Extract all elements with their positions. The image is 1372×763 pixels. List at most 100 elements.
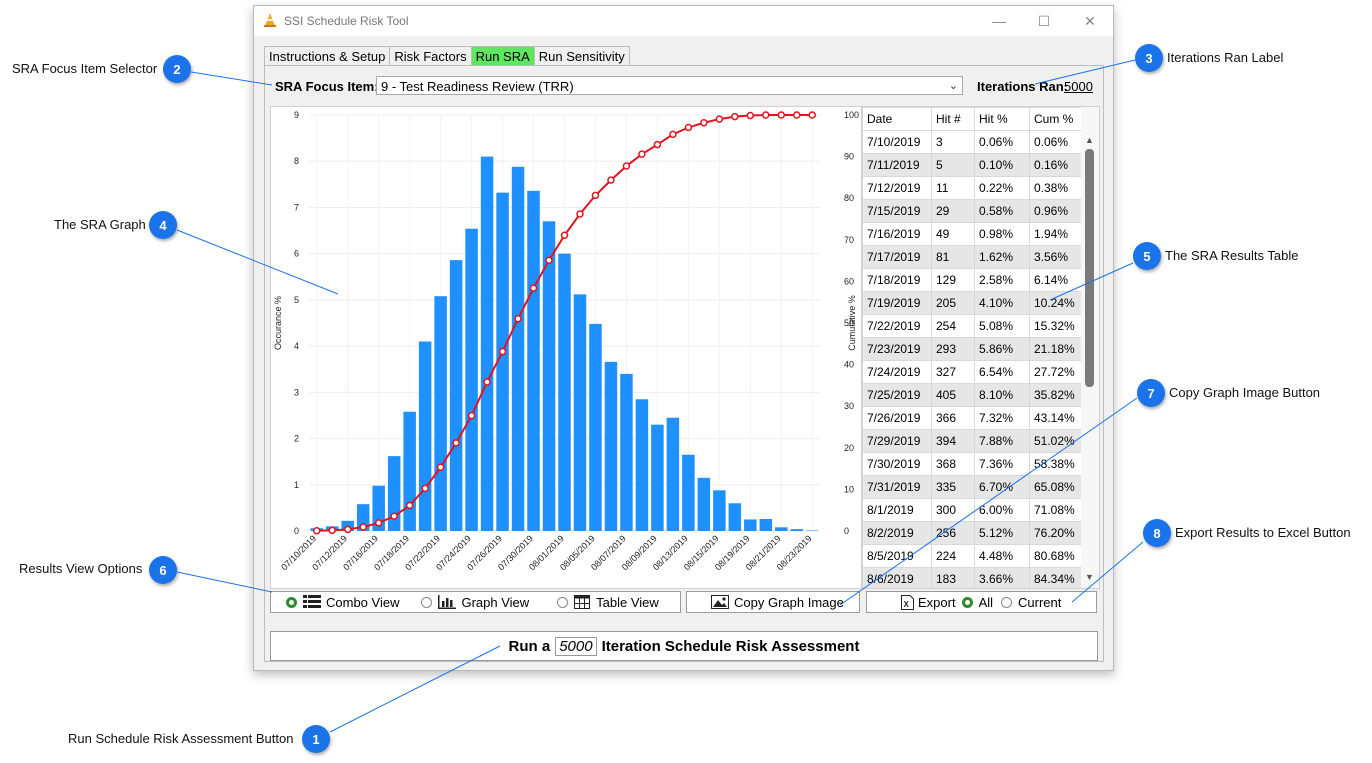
table-row[interactable]: 7/16/2019 49 0.98% 1.94%: [862, 222, 1087, 246]
hit-pct-cell: 0.98%: [974, 222, 1030, 246]
y-tick-label: 4: [294, 341, 299, 351]
copy-graph-image-button[interactable]: Copy Graph Image: [686, 591, 860, 613]
run-suffix: Iteration Schedule Risk Assessment: [601, 637, 860, 655]
table-row[interactable]: 7/31/2019 335 6.70% 65.08%: [862, 475, 1087, 499]
hit-count-cell: 300: [931, 498, 975, 522]
chart-bar: [527, 190, 540, 531]
run-sra-button[interactable]: Run a 5000 Iteration Schedule Risk Asses…: [270, 631, 1098, 661]
date-cell: 7/30/2019: [862, 452, 932, 476]
maximize-icon[interactable]: ☐: [1032, 10, 1056, 32]
chart-bar: [713, 490, 726, 531]
excel-icon[interactable]: X: [901, 594, 914, 610]
table-row[interactable]: 7/30/2019 368 7.36% 58.38%: [862, 452, 1087, 476]
table-row[interactable]: 8/2/2019 256 5.12% 76.20%: [862, 521, 1087, 545]
table-row[interactable]: 7/23/2019 293 5.86% 21.18%: [862, 337, 1087, 361]
table-icon: [574, 595, 591, 609]
hit-count-cell: 129: [931, 268, 975, 292]
chart-bar: [775, 527, 788, 531]
table-row[interactable]: 8/6/2019 183 3.66% 84.34%: [862, 567, 1087, 588]
cum-pct-cell: 15.32%: [1029, 314, 1087, 338]
graph-view-label[interactable]: Graph View: [461, 595, 529, 610]
chevron-down-icon: ⌄: [948, 80, 958, 92]
scroll-up-icon[interactable]: ▲: [1085, 135, 1094, 145]
y2-tick-label: 100: [844, 110, 859, 120]
combo-view-icon: [303, 595, 321, 609]
cumulative-point: [359, 523, 367, 531]
cumulative-point: [421, 484, 429, 493]
table-row[interactable]: 8/5/2019 224 4.48% 80.68%: [862, 544, 1087, 568]
tab-run-sra[interactable]: Run SRA: [470, 46, 535, 67]
chart-bar: [573, 294, 587, 531]
iterations-ran-label: Iterations Ran:: [977, 79, 1069, 94]
scroll-thumb[interactable]: [1085, 149, 1094, 387]
cumulative-point: [560, 231, 569, 240]
table-row[interactable]: 7/26/2019 366 7.32% 43.14%: [862, 406, 1087, 430]
table-scrollbar[interactable]: ▲ ▼: [1081, 107, 1099, 588]
cumulative-point: [343, 525, 352, 534]
combo-view-label[interactable]: Combo View: [326, 595, 399, 610]
date-cell: 8/6/2019: [862, 567, 932, 588]
table-row[interactable]: 7/17/2019 81 1.62% 3.56%: [862, 245, 1087, 269]
callout-label-view: Results View Options: [19, 561, 143, 576]
table-row[interactable]: 8/1/2019 300 6.00% 71.08%: [862, 498, 1087, 522]
focus-item-value: 9 - Test Readiness Review (TRR): [381, 79, 574, 94]
table-view-radio[interactable]: [557, 596, 569, 608]
hit-pct-cell: 8.10%: [974, 383, 1030, 407]
cumulative-point: [715, 115, 724, 123]
callout-badge-3: 3: [1135, 44, 1163, 72]
chart-bar: [558, 253, 571, 531]
hit-pct-cell: 5.08%: [974, 314, 1030, 338]
table-row[interactable]: 7/19/2019 205 4.10% 10.24%: [862, 291, 1087, 315]
y-tick-label: 3: [294, 387, 299, 397]
copy-graph-label: Copy Graph Image: [734, 594, 844, 610]
graph-view-radio[interactable]: [421, 596, 433, 608]
callout-label-graph: The SRA Graph: [54, 217, 146, 232]
chart-bar: [635, 399, 649, 531]
table-row[interactable]: 7/12/2019 11 0.22% 0.38%: [862, 176, 1087, 200]
cum-pct-cell: 0.06%: [1029, 130, 1087, 154]
date-cell: 7/29/2019: [862, 429, 932, 453]
chart-bar: [744, 519, 757, 531]
table-row[interactable]: 7/11/2019 5 0.10% 0.16%: [862, 153, 1087, 177]
table-view-label[interactable]: Table View: [596, 595, 659, 610]
focus-item-select[interactable]: 9 - Test Readiness Review (TRR) ⌄: [376, 76, 963, 95]
col-header-cum-pct: Cum %: [1029, 107, 1087, 131]
cumulative-point: [467, 411, 476, 420]
date-cell: 7/11/2019: [862, 153, 932, 177]
table-row[interactable]: 7/29/2019 394 7.88% 51.02%: [862, 429, 1087, 453]
cum-pct-cell: 58.38%: [1029, 452, 1087, 476]
export-all-label[interactable]: All: [979, 595, 993, 610]
date-cell: 7/24/2019: [862, 360, 932, 384]
run-prefix: Run a: [508, 637, 551, 655]
minimize-icon[interactable]: —: [987, 10, 1011, 32]
table-row[interactable]: 7/15/2019 29 0.58% 0.96%: [862, 199, 1087, 223]
hit-count-cell: 29: [931, 199, 975, 223]
tab-instructions[interactable]: Instructions & Setup: [264, 46, 391, 67]
cum-pct-cell: 43.14%: [1029, 406, 1087, 430]
cumulative-point: [700, 118, 708, 127]
tab-risk-factors[interactable]: Risk Factors: [389, 46, 472, 67]
chart-bar: [759, 518, 773, 531]
table-row[interactable]: 7/24/2019 327 6.54% 27.72%: [862, 360, 1087, 384]
hit-count-cell: 256: [931, 521, 975, 545]
y-axis-title: Occurance %: [273, 296, 283, 350]
combo-view-radio[interactable]: [286, 596, 297, 608]
table-row[interactable]: 7/25/2019 405 8.10% 35.82%: [862, 383, 1087, 407]
cum-pct-cell: 65.08%: [1029, 475, 1087, 499]
export-button[interactable]: Export: [918, 595, 956, 610]
table-row[interactable]: 7/22/2019 254 5.08% 15.32%: [862, 314, 1087, 338]
export-current-label[interactable]: Current: [1018, 595, 1061, 610]
chart-bar: [620, 373, 633, 531]
scroll-down-icon[interactable]: ▼: [1085, 572, 1094, 582]
run-iterations-input[interactable]: 5000: [555, 636, 597, 656]
cumulative-point: [514, 315, 522, 323]
hit-count-cell: 293: [931, 337, 975, 361]
cum-pct-cell: 3.56%: [1029, 245, 1087, 269]
hit-count-cell: 183: [931, 567, 975, 588]
tab-run-sensitivity[interactable]: Run Sensitivity: [533, 46, 630, 67]
table-row[interactable]: 7/10/2019 3 0.06% 0.06%: [862, 130, 1087, 154]
export-all-radio[interactable]: [961, 596, 973, 608]
close-icon[interactable]: ✕: [1078, 10, 1102, 32]
table-row[interactable]: 7/18/2019 129 2.58% 6.14%: [862, 268, 1087, 292]
export-current-radio[interactable]: [1001, 596, 1013, 608]
